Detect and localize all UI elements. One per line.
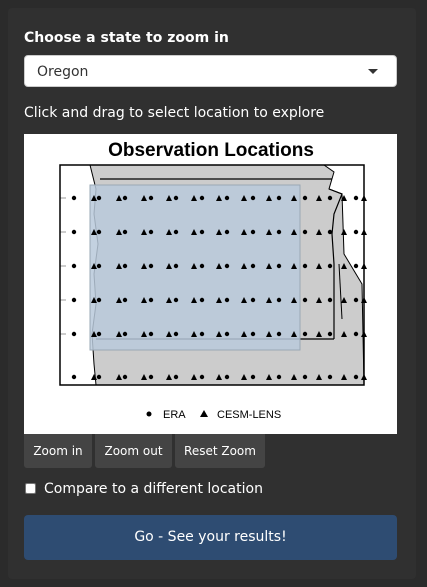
era-point xyxy=(327,374,333,380)
era-point xyxy=(173,263,179,269)
era-point xyxy=(353,297,359,303)
era-point xyxy=(96,374,102,380)
zoom-out-button[interactable]: Zoom out xyxy=(95,434,172,468)
era-point xyxy=(122,263,128,269)
era-point xyxy=(71,195,77,201)
era-point xyxy=(250,263,256,269)
era-point xyxy=(71,374,77,380)
era-point xyxy=(199,229,205,235)
era-point xyxy=(224,374,230,380)
era-point xyxy=(353,195,359,201)
era-point xyxy=(173,297,179,303)
legend-cesm-marker xyxy=(200,410,208,417)
era-point xyxy=(173,331,179,337)
era-point xyxy=(224,263,230,269)
era-point xyxy=(71,229,77,235)
era-point xyxy=(353,263,359,269)
era-point xyxy=(173,374,179,380)
compare-checkbox-label[interactable]: Compare to a different location xyxy=(44,481,263,497)
era-point xyxy=(122,374,128,380)
era-point xyxy=(71,297,77,303)
zoom-in-button[interactable]: Zoom in xyxy=(24,434,92,468)
era-point xyxy=(96,195,102,201)
era-point xyxy=(302,195,308,201)
era-point xyxy=(148,195,154,201)
state-select[interactable]: Oregon xyxy=(24,55,397,87)
era-point xyxy=(353,229,359,235)
era-point xyxy=(122,195,128,201)
chevron-down-icon xyxy=(368,69,378,74)
era-point xyxy=(148,297,154,303)
era-point xyxy=(250,195,256,201)
era-point xyxy=(71,331,77,337)
era-point xyxy=(327,331,333,337)
era-point xyxy=(122,229,128,235)
era-point xyxy=(199,297,205,303)
era-point xyxy=(96,229,102,235)
era-point xyxy=(353,331,359,337)
era-point xyxy=(199,195,205,201)
compare-checkbox[interactable] xyxy=(25,483,36,494)
era-point xyxy=(224,331,230,337)
era-point xyxy=(276,331,282,337)
era-point xyxy=(250,331,256,337)
era-point xyxy=(224,297,230,303)
era-point xyxy=(122,331,128,337)
era-point xyxy=(276,263,282,269)
map-svg[interactable]: Observation Locations ERA CESM-LENS xyxy=(24,134,397,434)
era-point xyxy=(276,195,282,201)
map-title: Observation Locations xyxy=(108,140,314,161)
era-point xyxy=(173,195,179,201)
legend-era-label: ERA xyxy=(163,409,186,421)
era-point xyxy=(224,229,230,235)
era-point xyxy=(353,374,359,380)
era-point xyxy=(148,229,154,235)
era-point xyxy=(250,374,256,380)
era-point xyxy=(173,229,179,235)
go-button[interactable]: Go - See your results! xyxy=(24,515,397,560)
era-point xyxy=(302,229,308,235)
map-instruction: Click and drag to select location to exp… xyxy=(24,105,325,121)
legend-era-marker xyxy=(146,411,152,417)
era-point xyxy=(148,374,154,380)
era-point xyxy=(302,297,308,303)
era-point xyxy=(250,297,256,303)
era-point xyxy=(122,297,128,303)
state-select-label: Choose a state to zoom in xyxy=(24,30,229,46)
era-point xyxy=(71,263,77,269)
era-point xyxy=(148,263,154,269)
era-point xyxy=(276,374,282,380)
era-point xyxy=(96,263,102,269)
era-point xyxy=(327,195,333,201)
era-point xyxy=(276,229,282,235)
era-point xyxy=(199,263,205,269)
observation-map[interactable]: Observation Locations ERA CESM-LENS xyxy=(24,134,397,434)
era-point xyxy=(96,331,102,337)
era-point xyxy=(199,374,205,380)
state-select-value: Oregon xyxy=(37,64,89,80)
era-point xyxy=(327,229,333,235)
era-point xyxy=(302,374,308,380)
era-point xyxy=(327,297,333,303)
era-point xyxy=(250,229,256,235)
era-point xyxy=(276,297,282,303)
era-point xyxy=(302,331,308,337)
era-point xyxy=(302,263,308,269)
era-point xyxy=(148,331,154,337)
reset-zoom-button[interactable]: Reset Zoom xyxy=(175,434,265,468)
era-point xyxy=(224,195,230,201)
era-point xyxy=(327,263,333,269)
era-point xyxy=(199,331,205,337)
era-point xyxy=(96,297,102,303)
legend-cesm-label: CESM-LENS xyxy=(217,409,281,421)
